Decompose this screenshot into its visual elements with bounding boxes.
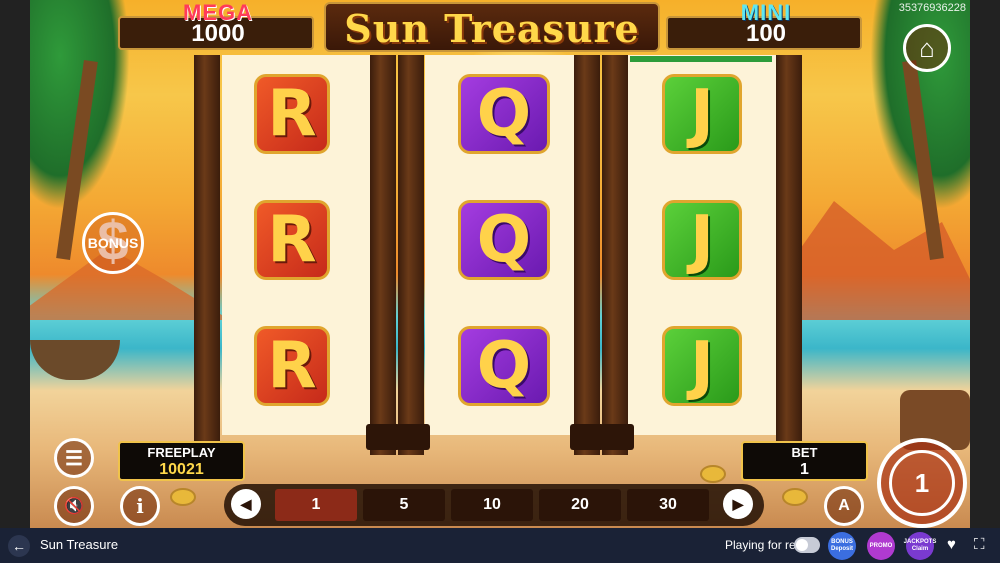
symbol-q: Q — [458, 326, 550, 406]
freeplay-panel: FREEPLAY 10021 — [118, 441, 245, 481]
reel-post — [574, 55, 600, 455]
home-icon: ⌂ — [919, 32, 935, 63]
arrow-right-icon: ▶ — [732, 495, 744, 512]
bet-panel: BET 1 — [741, 441, 868, 481]
coin-decoration — [700, 465, 726, 483]
jackpots-claim-badge[interactable]: JACKPOTS Claim — [903, 532, 937, 560]
autoplay-label: A — [838, 497, 850, 514]
freeplay-label: FREEPLAY — [147, 445, 216, 460]
bet-label: BET — [791, 445, 818, 460]
footer-bar: ← Sun Treasure Playing for real BONUS De… — [0, 528, 1000, 563]
back-arrow-icon: ← — [12, 538, 26, 554]
symbol-r: R — [254, 326, 330, 406]
boat — [30, 340, 120, 380]
sound-off-icon: 🔇 — [64, 498, 84, 515]
bet-option-20[interactable]: 20 — [539, 489, 621, 521]
coin-decoration — [170, 488, 196, 506]
favorite-button[interactable]: ♥ — [947, 536, 956, 553]
reel-progress-bar — [630, 56, 772, 62]
symbol-q: Q — [458, 74, 550, 154]
reel-post — [602, 55, 628, 455]
reel-post — [194, 55, 220, 455]
symbol-r: R — [254, 200, 330, 280]
sound-button[interactable]: 🔇 — [54, 486, 94, 526]
symbol-j: J — [662, 74, 742, 154]
menu-button[interactable]: ☰ — [54, 438, 94, 478]
coin-decoration — [782, 488, 808, 506]
autoplay-button[interactable]: A — [824, 486, 864, 526]
bet-value: 1 — [800, 461, 809, 478]
promo-label: PROMO — [869, 542, 893, 549]
real-play-toggle[interactable] — [794, 537, 820, 553]
reel-post — [776, 55, 802, 455]
symbol-j: J — [662, 200, 742, 280]
fullscreen-button[interactable]: ⛶ — [974, 536, 985, 553]
heart-icon: ♥ — [947, 536, 956, 553]
menu-icon: ☰ — [65, 447, 83, 470]
mega-jackpot-value: 1000 — [191, 20, 245, 47]
reel-post — [370, 55, 396, 455]
bet-option-30[interactable]: 30 — [627, 489, 709, 521]
bet-decrease-button[interactable]: ◀ — [231, 489, 261, 519]
bet-option-5[interactable]: 5 — [363, 489, 445, 521]
info-button[interactable]: i — [120, 486, 160, 526]
symbol-q: Q — [458, 200, 550, 280]
bet-option-10[interactable]: 10 — [451, 489, 533, 521]
mini-jackpot-value: 100 — [745, 20, 787, 47]
game-title: Sun Treasure — [344, 6, 640, 51]
arrow-left-icon: ◀ — [240, 495, 252, 512]
post-cap — [570, 424, 604, 450]
jackpots-claim-label: JACKPOTS Claim — [903, 539, 937, 552]
symbol-j: J — [662, 326, 742, 406]
post-cap — [600, 424, 634, 450]
post-cap — [366, 424, 400, 450]
fullscreen-icon: ⛶ — [974, 536, 985, 553]
spin-label: 1 — [914, 467, 930, 498]
info-icon: i — [136, 494, 144, 518]
promo-badge[interactable]: PROMO — [867, 532, 895, 560]
reel-post — [398, 55, 424, 455]
freeplay-value: 10021 — [159, 461, 204, 478]
bonus-label: BONUS — [87, 235, 139, 251]
session-id: 35376936228 — [898, 2, 966, 14]
bonus-button[interactable]: BONUS — [82, 212, 144, 274]
spin-icon: 1 — [889, 450, 955, 516]
bonus-deposit-badge[interactable]: BONUS Deposit — [828, 532, 856, 560]
bonus-deposit-label: BONUS Deposit — [830, 539, 853, 552]
bet-option-1[interactable]: 1 — [275, 489, 357, 521]
symbol-r: R — [254, 74, 330, 154]
post-cap — [396, 424, 430, 450]
footer-game-title: Sun Treasure — [40, 537, 119, 552]
spin-button[interactable]: 1 — [877, 438, 967, 528]
top-bar: MEGA 1000 Sun Treasure MINI 100 35376936… — [0, 0, 1000, 55]
bet-increase-button[interactable]: ▶ — [723, 489, 753, 519]
home-button[interactable]: ⌂ — [903, 24, 951, 72]
back-button[interactable]: ← — [8, 535, 30, 557]
